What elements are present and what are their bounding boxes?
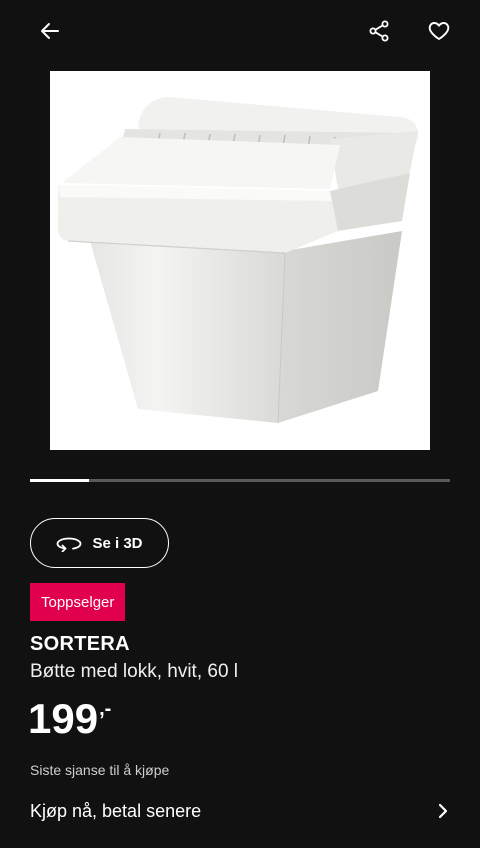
product-image[interactable]	[50, 71, 430, 450]
share-button[interactable]	[359, 11, 399, 51]
product-bin-illustration	[57, 97, 419, 424]
heart-icon	[428, 22, 450, 40]
arrow-left-icon	[41, 23, 59, 39]
price-decimal: ,-	[99, 698, 112, 720]
back-button[interactable]	[30, 11, 70, 51]
top-bar	[0, 0, 480, 62]
gallery-progress-fill	[30, 479, 89, 482]
last-chance-notice: Siste sjanse til å kjøpe	[30, 762, 170, 778]
product-price: 199 ,-	[28, 693, 111, 745]
view-3d-label: Se i 3D	[92, 534, 143, 552]
rotate-3d-icon	[57, 537, 82, 552]
price-integer: 199	[28, 695, 99, 742]
favorite-button[interactable]	[419, 11, 459, 51]
buy-now-pay-later-row[interactable]: Kjøp nå, betal senere	[30, 790, 450, 832]
chevron-right-icon	[438, 803, 448, 819]
top-seller-badge: Toppselger	[30, 583, 126, 621]
gallery-progress	[30, 479, 450, 482]
share-icon	[369, 20, 389, 42]
buy-now-pay-later-label: Kjøp nå, betal senere	[30, 800, 202, 821]
view-3d-button[interactable]: Se i 3D	[30, 518, 169, 568]
product-description: Bøtte med lokk, hvit, 60 l	[30, 661, 239, 682]
product-name: SORTERA	[30, 633, 130, 655]
